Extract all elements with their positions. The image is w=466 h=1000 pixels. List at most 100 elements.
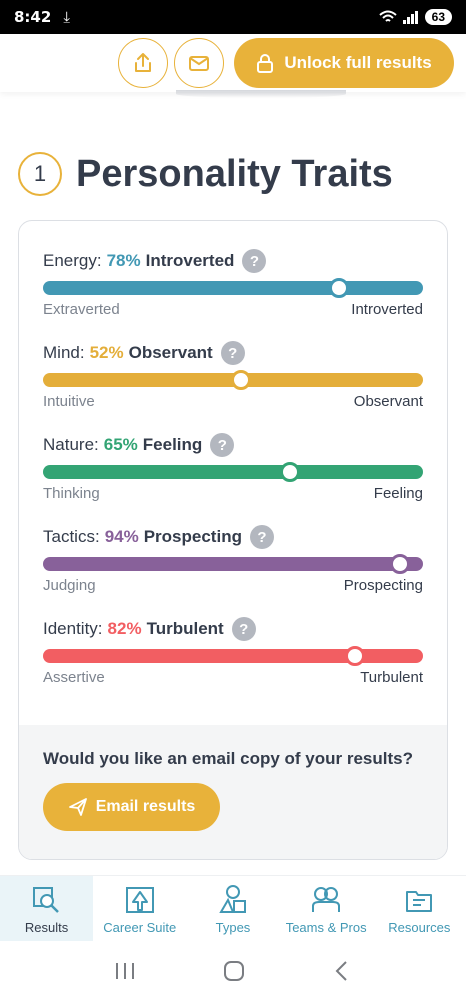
trait-ends: Assertive Turbulent (43, 669, 423, 686)
trait-percent: 94% (104, 527, 139, 546)
nav-label: Results (24, 920, 69, 935)
nav-resources[interactable]: Resources (373, 876, 466, 941)
trait-result: Observant (128, 343, 213, 362)
email-results-button[interactable]: Email results (43, 783, 220, 831)
recent-apps-icon[interactable] (114, 961, 136, 981)
home-icon[interactable] (223, 960, 245, 982)
help-icon[interactable]: ? (249, 525, 274, 549)
trait-left-label: Thinking (43, 485, 100, 502)
header-shadow (176, 90, 346, 98)
trait-right-label: Observant (353, 393, 423, 410)
send-icon (68, 798, 87, 816)
trait-ends: Thinking Feeling (43, 485, 423, 502)
share-button[interactable] (118, 38, 168, 88)
email-share-button[interactable] (174, 38, 224, 88)
trait-left-label: Extraverted (43, 301, 120, 318)
trait-heading: Identity: 82% Turbulent? (43, 617, 423, 641)
lock-icon (257, 54, 274, 73)
trait-result: Feeling (142, 435, 203, 454)
trait-percent: 78% (106, 251, 141, 270)
teams-icon (312, 887, 341, 912)
trait-ends: Judging Prospecting (43, 577, 423, 594)
unlock-full-results-button[interactable]: Unlock full results (234, 38, 454, 88)
status-icons: 63 (378, 9, 452, 25)
nav-label: Types (215, 920, 251, 935)
trait-left-label: Assertive (43, 669, 105, 686)
trait-category: Mind: (43, 343, 85, 362)
trait-row: Energy: 78% Introverted? Extraverted Introve… (43, 249, 423, 318)
trait-knob (329, 278, 350, 298)
bottom-nav: Results Career Suite Types Teams & Pros … (0, 875, 466, 941)
trait-right-label: Prospecting (343, 577, 423, 594)
trait-ends: Intuitive Observant (43, 393, 423, 410)
email-section: Would you like an email copy of your res… (19, 725, 447, 859)
nav-teams-pros[interactable]: Teams & Pros (280, 876, 373, 941)
trait-bar (43, 370, 423, 390)
nav-career-suite[interactable]: Career Suite (93, 876, 186, 941)
types-icon (219, 885, 246, 913)
nav-label: Teams & Pros (285, 920, 367, 935)
battery-icon: 63 (424, 9, 452, 25)
trait-bar (43, 462, 423, 482)
status-bar: 8:42 ⤓ 63 (0, 0, 466, 34)
mail-icon (189, 56, 209, 71)
email-button-label: Email results (95, 798, 196, 815)
system-nav-bar (0, 941, 466, 1000)
help-icon[interactable]: ? (220, 341, 245, 365)
wifi-icon (378, 10, 397, 22)
help-icon[interactable]: ? (242, 249, 267, 273)
email-question: Would you like an email copy of your res… (43, 749, 413, 768)
help-icon[interactable]: ? (231, 617, 256, 641)
help-icon[interactable]: ? (210, 433, 235, 457)
trait-heading: Energy: 78% Introverted? (43, 249, 423, 273)
trait-left-label: Intuitive (43, 393, 95, 410)
trait-right-label: Feeling (373, 485, 423, 502)
unlock-label: Unlock full results (284, 53, 432, 72)
career-icon (125, 887, 154, 913)
trait-heading: Tactics: 94% Prospecting? (43, 525, 423, 549)
trait-percent: 82% (107, 619, 142, 638)
trait-row: Identity: 82% Turbulent? Assertive Turbulent (43, 617, 423, 686)
section-number: 1 (18, 152, 62, 196)
results-icon (32, 887, 59, 913)
trait-percent: 65% (103, 435, 138, 454)
share-icon (135, 53, 151, 72)
trait-percent: 52% (89, 343, 124, 362)
trait-knob (344, 646, 365, 666)
nav-label: Career Suite (103, 920, 177, 935)
traits-card: Energy: 78% Introverted? Extraverted Introve… (18, 220, 448, 860)
nav-label: Resources (388, 920, 451, 935)
trait-knob (390, 554, 411, 574)
trait-bar (43, 278, 423, 298)
trait-ends: Extraverted Introverted (43, 301, 423, 318)
trait-row: Mind: 52% Observant? Intuitive Observant (43, 341, 423, 410)
top-action-bar: Unlock full results (0, 34, 466, 92)
nav-results[interactable]: Results (0, 876, 94, 941)
status-time: 8:42 (14, 8, 52, 26)
signal-icon (402, 11, 418, 24)
trait-left-label: Judging (43, 577, 96, 594)
back-icon[interactable] (332, 960, 352, 982)
trait-heading: Nature: 65% Feeling? (43, 433, 423, 457)
trait-knob (230, 370, 251, 390)
download-icon: ⤓ (63, 8, 70, 26)
section-heading: 1 Personality Traits (18, 152, 393, 196)
trait-bar (43, 646, 423, 666)
trait-category: Tactics: (43, 527, 100, 546)
nav-types[interactable]: Types (186, 876, 279, 941)
trait-result: Turbulent (146, 619, 224, 638)
trait-right-label: Introverted (351, 301, 423, 318)
page-title: Personality Traits (76, 152, 393, 195)
trait-category: Energy: (43, 251, 102, 270)
trait-heading: Mind: 52% Observant? (43, 341, 423, 365)
trait-result: Prospecting (143, 527, 242, 546)
trait-category: Nature: (43, 435, 99, 454)
trait-category: Identity: (43, 619, 103, 638)
trait-right-label: Turbulent (360, 669, 423, 686)
resources-icon (406, 891, 433, 912)
trait-row: Tactics: 94% Prospecting? Judging Prospectin… (43, 525, 423, 594)
trait-result: Introverted (145, 251, 235, 270)
trait-row: Nature: 65% Feeling? Thinking Feeling (43, 433, 423, 502)
trait-knob (280, 462, 300, 482)
trait-bar (43, 554, 423, 574)
